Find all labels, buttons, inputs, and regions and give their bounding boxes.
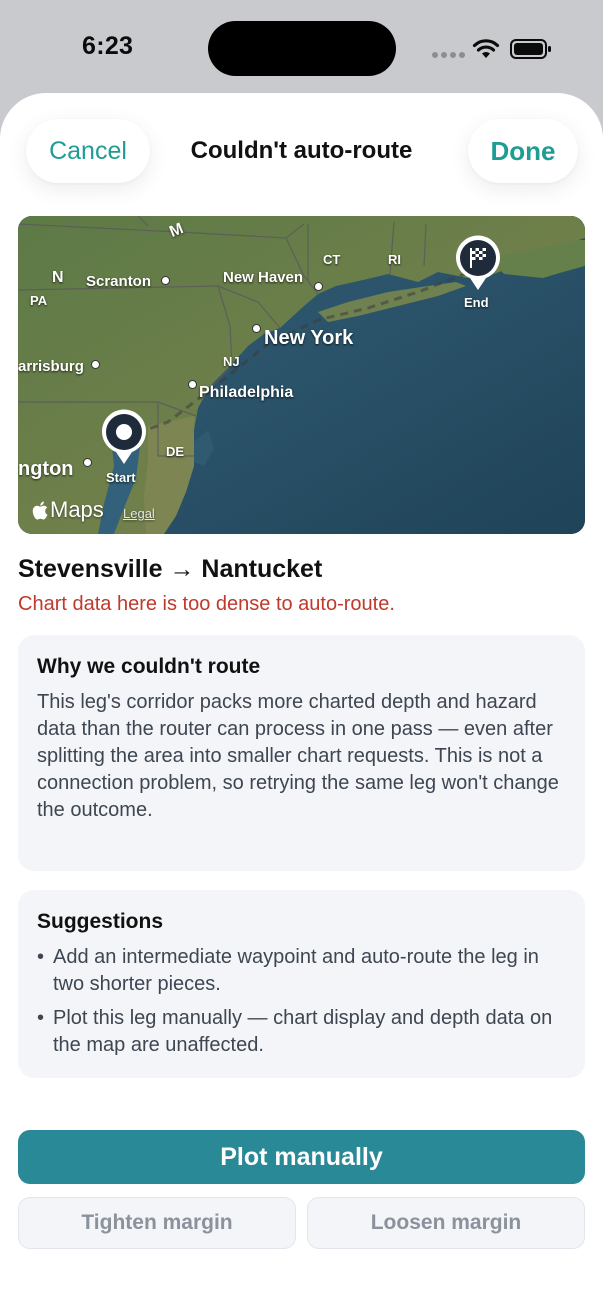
loosen-margin-button[interactable]: Loosen margin [307,1197,585,1249]
map-label-state-n: N [52,269,64,286]
status-bar: 6:23 [0,0,603,96]
route-error-sheet: Cancel Couldn't auto-route Done M N PA S… [0,93,603,1311]
map-label-city-new-haven: New Haven [223,269,304,286]
suggestions-list: Add an intermediate waypoint and auto-ro… [37,944,566,1059]
map-legal-link[interactable]: Legal [123,506,155,521]
tighten-margin-button[interactable]: Tighten margin [18,1197,296,1249]
maps-attribution: Maps [32,497,104,523]
end-pin-icon[interactable] [454,234,502,292]
map-label-state-nj: NJ [223,354,240,369]
city-dot-harrisburg [91,360,100,369]
route-error-message: Chart data here is too dense to auto-rou… [18,593,395,615]
map-label-city-washington: ngton [18,458,74,480]
why-card-body: This leg's corridor packs more charted d… [37,691,559,821]
suggestion-item: Plot this leg manually — chart display a… [37,1005,566,1059]
map-label-city-new-york: New York [264,327,354,349]
city-dot-washington [83,458,92,467]
dynamic-island [208,21,396,76]
start-pin-label: Start [106,470,136,485]
plot-manually-button[interactable]: Plot manually [18,1130,585,1184]
status-time: 6:23 [82,32,134,60]
why-card: Why we couldn't route This leg's corrido… [18,635,585,871]
suggestion-item: Add an intermediate waypoint and auto-ro… [37,944,566,998]
battery-icon [510,39,551,59]
map-label-city-scranton: Scranton [86,273,152,290]
map-label-state-de: DE [166,444,185,459]
route-map[interactable]: M N PA Scranton New Haven CT RI New York… [18,216,585,534]
map-label-state-pa: PA [30,293,48,308]
route-title: Stevensville → Nantucket [18,555,323,583]
city-dot-philadelphia [188,380,197,389]
maps-brand-text: Maps [50,497,104,522]
end-pin-label: End [464,295,489,310]
suggestions-heading: Suggestions [37,910,164,933]
start-pin-icon[interactable] [100,408,148,466]
why-card-heading: Why we couldn't route [37,655,261,678]
map-label-city-harrisburg: arrisburg [18,358,84,375]
suggestions-card: Suggestions Add an intermediate waypoint… [18,890,585,1078]
city-dot-new-york [252,324,261,333]
map-label-city-philadelphia: Philadelphia [199,384,294,401]
map-label-state-ct: CT [323,252,341,267]
cancel-button[interactable]: Cancel [26,119,150,183]
cellular-signal-icon [432,52,465,58]
sheet-title: Couldn't auto-route [190,137,413,164]
apple-logo-icon [32,501,48,519]
city-dot-scranton [161,276,170,285]
city-dot-new-haven [314,282,323,291]
map-label-state-ri: RI [388,252,401,267]
done-button[interactable]: Done [468,119,578,183]
wifi-icon [472,39,500,58]
